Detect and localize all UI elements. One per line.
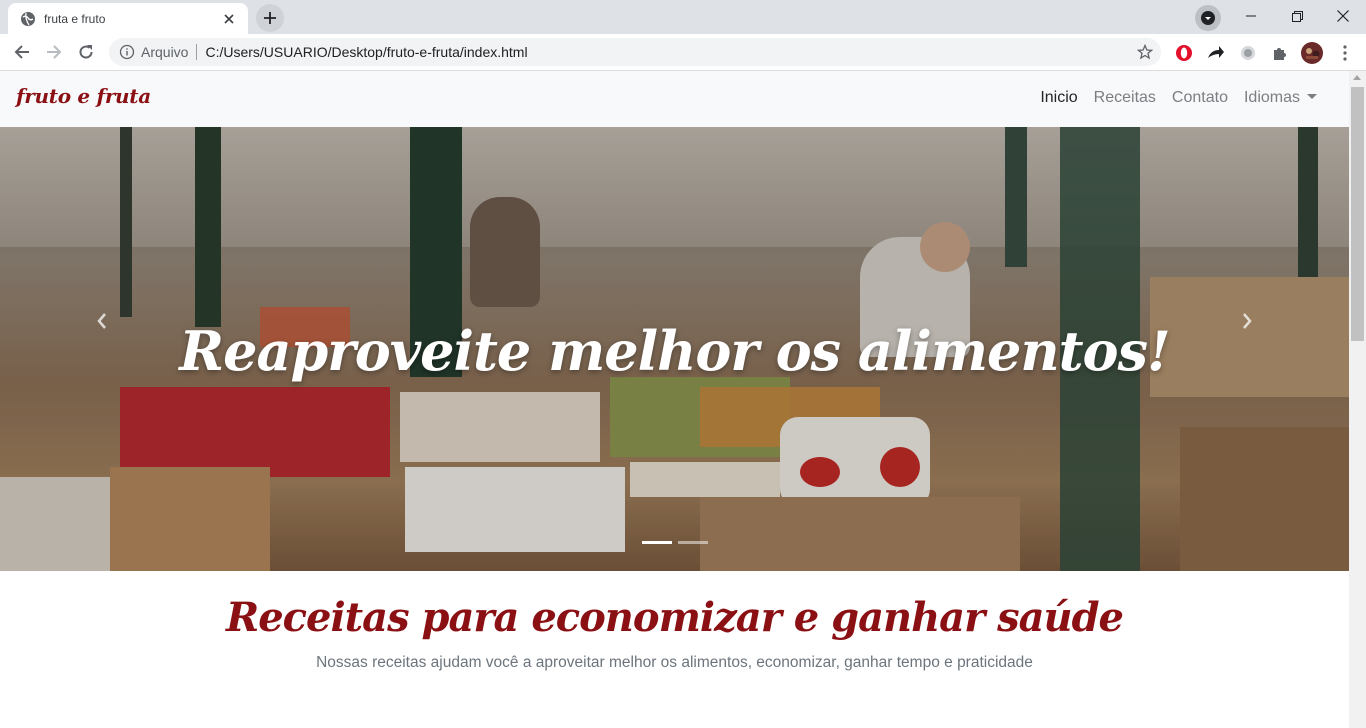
carousel-caption: Reaproveite melhor os alimentos! [179,319,1170,383]
window-close-icon[interactable] [1320,0,1366,32]
new-tab-button[interactable] [256,4,284,32]
back-icon[interactable] [8,38,36,66]
opera-extension-icon[interactable] [1173,42,1195,64]
nav-item-receitas[interactable]: Receitas [1086,89,1164,107]
carousel-indicator-2[interactable] [678,541,708,544]
nav-item-idiomas[interactable]: Idiomas [1236,89,1325,107]
page-scrollbar[interactable] [1349,71,1366,728]
browser-toolbar: Arquivo C:/Users/USUARIO/Desktop/fruto-e… [0,34,1366,71]
section-subtitle: Nossas receitas ajudam você a aproveitar… [316,654,1033,671]
site-navbar: fruto e fruta Inicio Receitas Contato Id… [0,71,1349,127]
caret-down-icon [1307,94,1317,99]
user-avatar[interactable] [1301,42,1323,64]
scroll-up-arrow-icon[interactable] [1353,75,1361,80]
tab-title: fruta e fruto [44,11,106,26]
globe-icon [20,11,36,27]
extensions-puzzle-icon[interactable] [1269,42,1291,64]
address-scheme: Arquivo [141,44,189,60]
brand-logo[interactable]: fruto e fruta [16,84,151,108]
carousel-indicator-1[interactable] [642,541,672,544]
browser-tab-strip: fruta e fruto [0,0,1366,34]
nav-item-idiomas-label: Idiomas [1243,89,1300,106]
share-arrow-icon[interactable] [1205,42,1227,64]
scroll-thumb[interactable] [1351,87,1364,341]
address-bar[interactable]: Arquivo C:/Users/USUARIO/Desktop/fruto-e… [109,38,1161,66]
restore-icon[interactable] [1274,0,1320,32]
reload-icon[interactable] [72,38,100,66]
bookmark-star-icon[interactable] [1137,44,1153,60]
forward-icon[interactable] [40,38,68,66]
browser-tab[interactable]: fruta e fruto [8,3,248,34]
address-separator [196,44,198,60]
nav-item-inicio[interactable]: Inicio [1032,89,1085,107]
nav-menu: Inicio Receitas Contato Idiomas [1032,89,1325,107]
hero-carousel: Reaproveite melhor os alimentos! [0,127,1349,571]
record-extension-icon[interactable] [1237,42,1259,64]
nav-item-contato[interactable]: Contato [1164,89,1236,107]
tab-search-button[interactable] [1195,5,1221,31]
carousel-indicators [642,541,708,544]
tab-close-icon[interactable] [220,10,238,28]
minimize-icon[interactable] [1228,0,1274,32]
section-title: Receitas para economizar e ganhar saúde [225,594,1124,641]
browser-menu-icon[interactable] [1334,42,1356,64]
info-icon[interactable] [119,44,135,60]
address-url: C:/Users/USUARIO/Desktop/fruto-e-fruta/i… [205,44,528,60]
